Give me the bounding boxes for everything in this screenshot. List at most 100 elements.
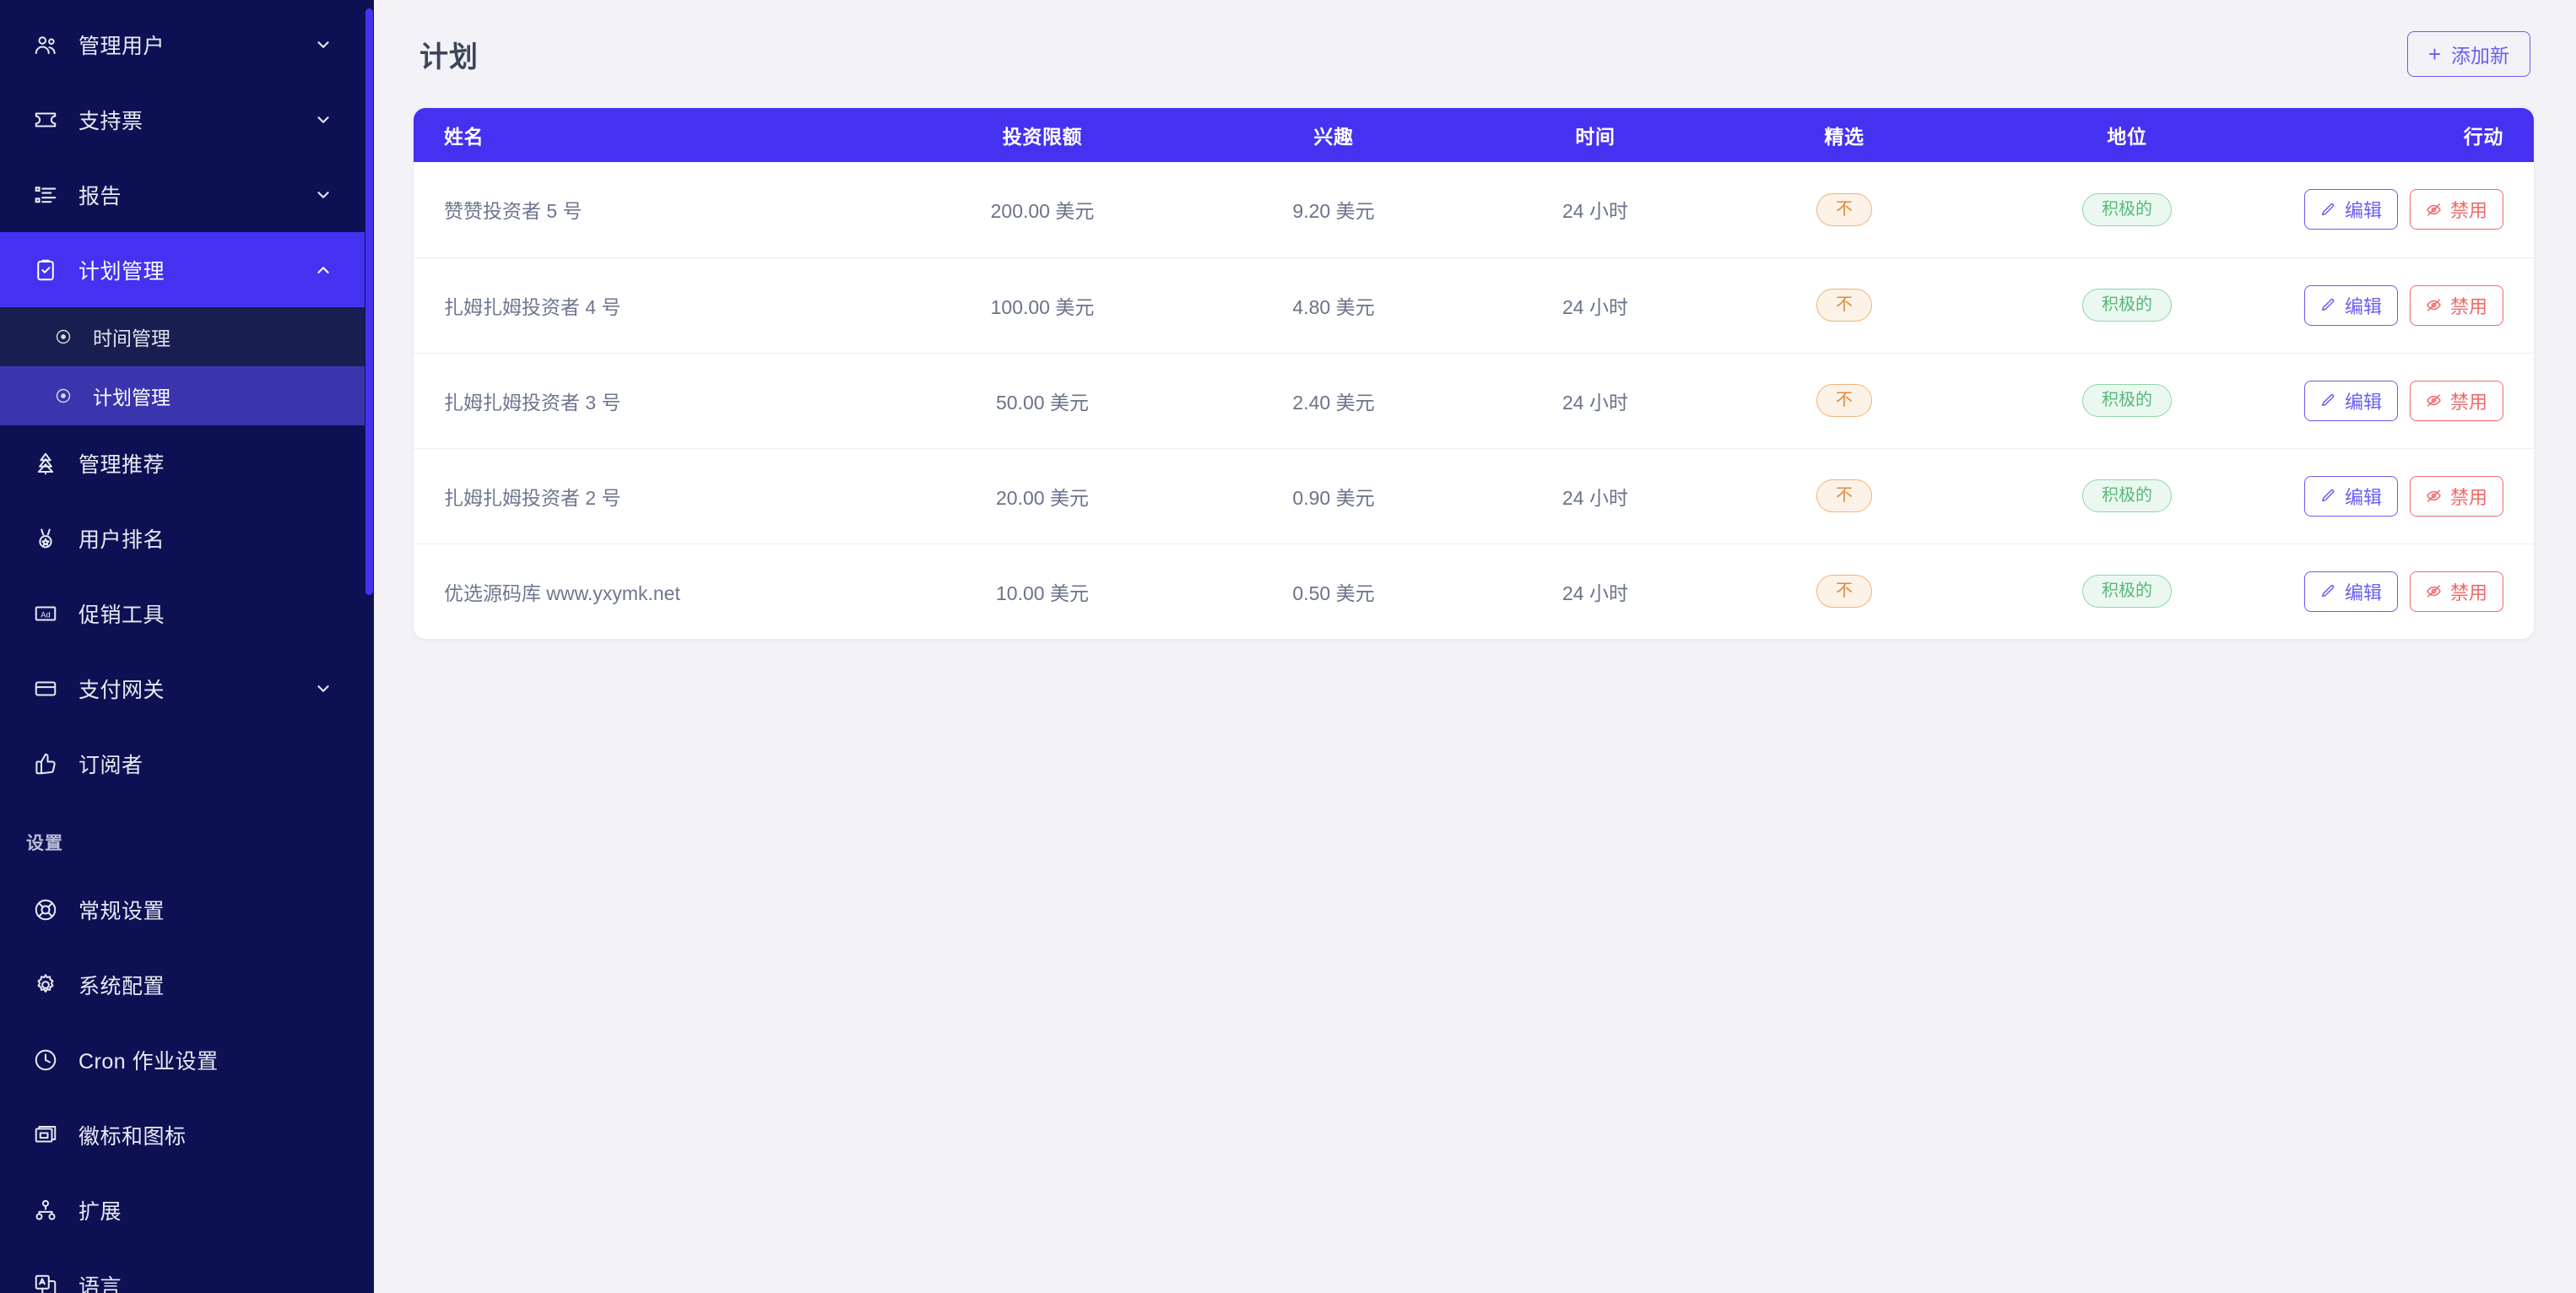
edit-button[interactable]: 编辑 [2303, 380, 2398, 421]
list-icon [26, 178, 65, 212]
action-buttons: 编辑 禁用 [2303, 571, 2503, 612]
cell-featured: 不 [1722, 353, 1967, 448]
disable-button-label: 禁用 [2449, 200, 2487, 222]
edit-button[interactable]: 编辑 [2303, 189, 2398, 230]
cell-invest: 10.00 美元 [996, 582, 1089, 604]
table-row: 赞赞投资者 5 号 200.00 美元 9.20 美元 24 小时 不 积极的 [414, 162, 2534, 257]
action-buttons: 编辑 禁用 [2303, 475, 2503, 517]
edit-button-label: 编辑 [2344, 582, 2382, 603]
edit-button-label: 编辑 [2344, 486, 2382, 508]
cell-name: 优选源码库 www.yxymk.net [444, 582, 680, 604]
column-header-name[interactable]: 姓名 [414, 108, 886, 162]
column-header-featured[interactable]: 精选 [1722, 108, 1967, 162]
disable-button[interactable]: 禁用 [2409, 380, 2503, 421]
cell-time: 24 小时 [1562, 200, 1628, 223]
pencil-icon [2320, 202, 2336, 218]
page-title: 计划 [419, 41, 479, 73]
chevron-down-icon[interactable] [313, 35, 333, 55]
add-new-button-label: 添加新 [2451, 45, 2509, 67]
edit-button-label: 编辑 [2344, 200, 2382, 222]
sidebar-item-logo-and-icons[interactable]: 徽标和图标 [0, 1097, 365, 1172]
disable-button-label: 禁用 [2449, 582, 2487, 603]
sidebar-item-extensions[interactable]: 扩展 [0, 1172, 365, 1247]
sidebar-item-manage-referrals[interactable]: 管理推荐 [0, 425, 365, 500]
sidebar-item-label: 徽标和图标 [78, 1124, 187, 1149]
edit-button[interactable]: 编辑 [2303, 571, 2398, 612]
edit-button[interactable]: 编辑 [2303, 284, 2398, 326]
chevron-down-icon[interactable] [313, 185, 333, 205]
sidebar-item-language[interactable]: 语言 [0, 1247, 365, 1293]
sidebar: 管理用户 支持票 报告 计划管理 时间管理 计划管理 管理推荐 用户排名 Ad … [0, 0, 374, 1293]
pencil-icon [2320, 488, 2336, 504]
cell-status: 积极的 [1967, 544, 2287, 639]
cell-interest: 2.40 美元 [1292, 391, 1375, 414]
sidebar-item-label: 扩展 [78, 1199, 122, 1224]
disable-button[interactable]: 禁用 [2409, 284, 2503, 326]
table-row: 优选源码库 www.yxymk.net 10.00 美元 0.50 美元 24 … [414, 544, 2534, 639]
cell-status: 积极的 [1967, 448, 2287, 544]
column-header-interest[interactable]: 兴趣 [1199, 108, 1469, 162]
sidebar-item-plan-management[interactable]: 计划管理 [0, 232, 365, 307]
column-header-time[interactable]: 时间 [1469, 108, 1722, 162]
page-header: 计划 + 添加新 [414, 0, 2536, 108]
chevron-up-icon[interactable] [313, 260, 333, 280]
cell-time: 24 小时 [1562, 391, 1628, 414]
sidebar-item-label: 支持票 [78, 109, 143, 133]
sidebar-item-support-tickets[interactable]: 支持票 [0, 82, 365, 157]
cell-name: 赞赞投资者 5 号 [444, 200, 582, 223]
dot-circle-icon [49, 381, 78, 410]
sidebar-item-cron-job-settings[interactable]: Cron 作业设置 [0, 1022, 365, 1097]
add-new-button[interactable]: + 添加新 [2406, 31, 2530, 77]
edit-button-label: 编辑 [2344, 295, 2382, 317]
app-root: 管理用户 支持票 报告 计划管理 时间管理 计划管理 管理推荐 用户排名 Ad … [0, 0, 2576, 1293]
disable-button[interactable]: 禁用 [2409, 571, 2503, 612]
status-badge: 积极的 [2082, 479, 2172, 512]
column-header-invest[interactable]: 投资限额 [886, 108, 1199, 162]
featured-badge: 不 [1816, 289, 1872, 322]
sidebar-subitem-time-management[interactable]: 时间管理 [0, 307, 365, 366]
chevron-down-icon[interactable] [313, 679, 333, 699]
status-badge: 积极的 [2082, 192, 2172, 226]
chevron-down-icon[interactable] [313, 110, 333, 130]
sidebar-item-manage-users[interactable]: 管理用户 [0, 7, 365, 82]
cell-name: 扎姆扎姆投资者 2 号 [444, 486, 621, 509]
cell-actions: 编辑 禁用 [2287, 162, 2534, 257]
table-header-row: 姓名 投资限额 兴趣 时间 精选 地位 行动 [414, 108, 2534, 162]
status-badge: 积极的 [2082, 384, 2172, 417]
column-header-status[interactable]: 地位 [1967, 108, 2287, 162]
sidebar-item-reports[interactable]: 报告 [0, 157, 365, 232]
action-buttons: 编辑 禁用 [2303, 380, 2503, 421]
sidebar-item-system-configuration[interactable]: 系统配置 [0, 947, 365, 1022]
cell-invest: 20.00 美元 [996, 486, 1089, 509]
cell-featured: 不 [1722, 544, 1967, 639]
edit-button[interactable]: 编辑 [2303, 475, 2398, 517]
cell-invest: 50.00 美元 [996, 391, 1089, 414]
clock-icon [26, 1043, 65, 1077]
action-buttons: 编辑 禁用 [2303, 284, 2503, 326]
eye-off-icon [2426, 488, 2442, 504]
disable-button[interactable]: 禁用 [2409, 189, 2503, 230]
sidebar-subitem-plan-management[interactable]: 计划管理 [0, 366, 365, 425]
sidebar-item-general-settings[interactable]: 常规设置 [0, 872, 365, 947]
eye-off-icon [2426, 583, 2442, 599]
sidebar-item-label: 用户排名 [78, 527, 165, 552]
sidebar-item-user-ranking[interactable]: 用户排名 [0, 500, 365, 576]
cell-invest: 100.00 美元 [990, 295, 1095, 318]
sidebar-item-label: 管理推荐 [78, 452, 165, 477]
language-icon [26, 1269, 65, 1293]
sidebar-scrollbar-thumb[interactable] [365, 8, 373, 595]
sitemap-icon [26, 1193, 65, 1227]
cell-time: 24 小时 [1562, 582, 1628, 604]
column-header-action[interactable]: 行动 [2287, 108, 2534, 162]
sidebar-scrollbar-track[interactable] [365, 0, 374, 1293]
ticket-icon [26, 103, 65, 137]
tree-icon [26, 446, 65, 480]
disable-button[interactable]: 禁用 [2409, 475, 2503, 517]
cell-name: 扎姆扎姆投资者 4 号 [444, 295, 621, 318]
sidebar-item-promotional-tools[interactable]: Ad 促销工具 [0, 576, 365, 651]
cell-actions: 编辑 禁用 [2287, 257, 2534, 353]
sidebar-submenu-plan-management: 时间管理 计划管理 [0, 307, 365, 425]
sidebar-item-subscribers[interactable]: 订阅者 [0, 726, 365, 801]
sidebar-subitem-label: 计划管理 [93, 387, 170, 408]
sidebar-item-payment-gateways[interactable]: 支付网关 [0, 651, 365, 726]
